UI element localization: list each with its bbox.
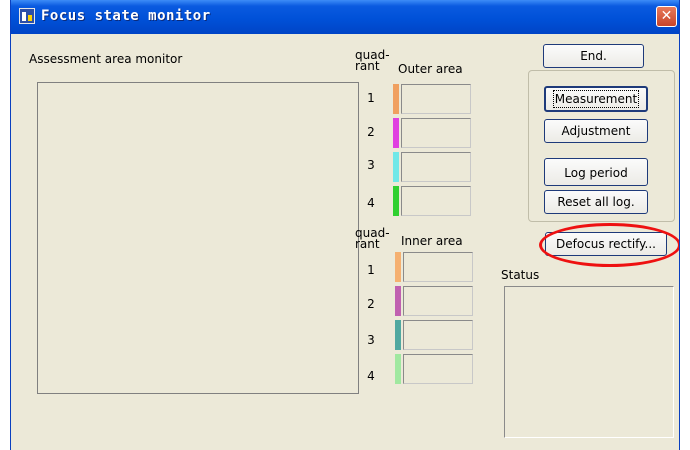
outer-quadrant-1-value [401, 84, 471, 114]
inner-quadrant-4-value [403, 354, 473, 384]
outer-quadrant-4-number: 4 [367, 196, 375, 210]
outer-quadrant-3-number: 3 [367, 158, 375, 172]
inner-quadrant-2-swatch [395, 286, 401, 316]
reset-all-log-button[interactable]: Reset all log. [544, 190, 648, 214]
assessment-area-monitor [37, 82, 359, 394]
inner-quadrant-1-value [403, 252, 473, 282]
end-button[interactable]: End. [543, 44, 644, 68]
outer-quadrant-1-number: 1 [367, 91, 375, 105]
defocus-rectify-highlight-ellipse [539, 223, 679, 267]
inner-quadrant-label: quad- rant [355, 226, 390, 251]
outer-quadrant-1-swatch [393, 84, 399, 114]
adjustment-button[interactable]: Adjustment [544, 119, 648, 143]
inner-quadrant-2-value [403, 286, 473, 316]
inner-quadrant-4-swatch [395, 354, 401, 384]
inner-quadrant-3-number: 3 [367, 333, 375, 347]
outer-quadrant-4-value [401, 186, 471, 216]
status-label: Status [501, 268, 540, 282]
inner-quadrant-1-number: 1 [367, 263, 375, 277]
inner-quadrant-2-number: 2 [367, 297, 375, 311]
measurement-button-label: Measurement [552, 90, 640, 108]
inner-quadrant-3-swatch [395, 320, 401, 350]
assessment-area-label: Assessment area monitor [29, 52, 183, 66]
inner-quadrant-3-value [403, 320, 473, 350]
app-icon [19, 8, 35, 24]
reset-all-log-button-label: Reset all log. [557, 195, 635, 209]
outer-quadrant-3-value [401, 152, 471, 182]
outer-area-header: Outer area [398, 62, 463, 76]
log-period-button-label: Log period [564, 166, 628, 180]
outer-quadrant-2-swatch [393, 118, 399, 148]
outer-quadrant-2-number: 2 [367, 125, 375, 139]
outer-quadrant-2-value [401, 118, 471, 148]
inner-quadrant-1-swatch [395, 252, 401, 282]
title-bar[interactable]: Focus state monitor ✕ [11, 0, 679, 34]
adjustment-button-label: Adjustment [561, 124, 631, 138]
close-button[interactable]: ✕ [656, 6, 677, 27]
outer-quadrant-4-swatch [393, 186, 399, 216]
outer-quadrant-label: quad- rant [355, 48, 390, 73]
status-display [504, 286, 674, 438]
log-period-button[interactable]: Log period [544, 158, 648, 186]
measurement-button[interactable]: Measurement [544, 86, 648, 112]
end-button-label: End. [580, 49, 607, 63]
outer-quadrant-3-swatch [393, 152, 399, 182]
inner-quadrant-4-number: 4 [367, 369, 375, 383]
inner-area-header: Inner area [401, 234, 463, 248]
window-title: Focus state monitor [41, 8, 211, 24]
focus-state-monitor-window: Focus state monitor ✕ Assessment area mo… [10, 0, 680, 450]
